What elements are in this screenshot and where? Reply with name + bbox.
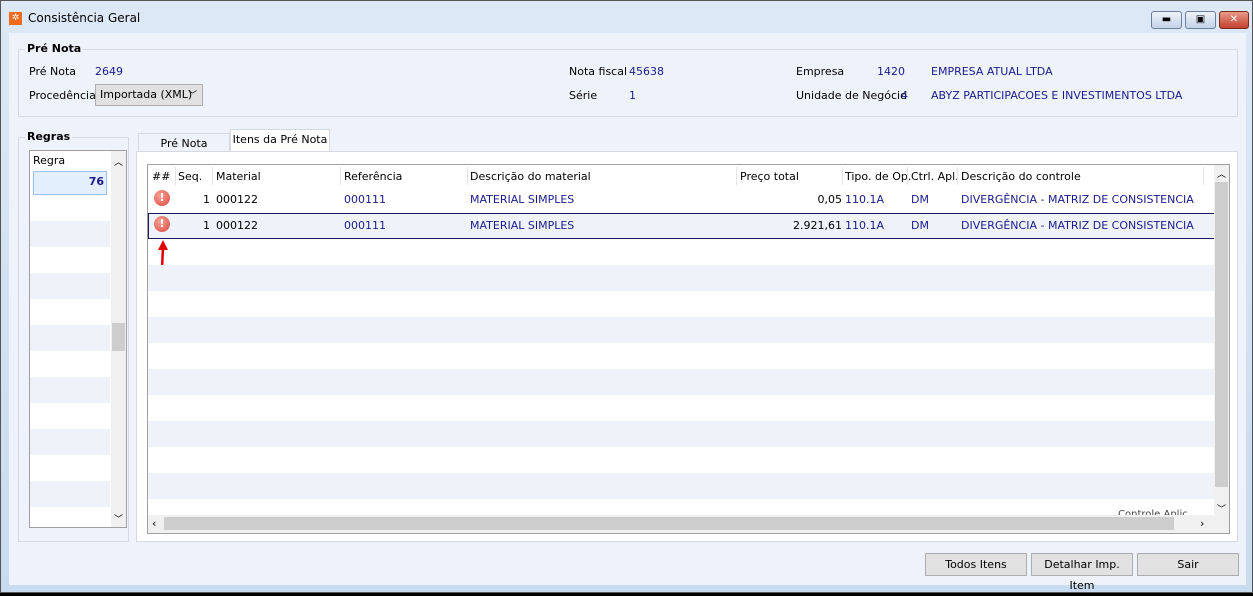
regras-title: Regras xyxy=(25,130,73,143)
window-title: Consistência Geral xyxy=(28,11,141,25)
error-icon[interactable]: ! xyxy=(154,190,170,206)
consistencia-geral-window: ✲ Consistência Geral ▬ ▣ ✕ Pré Nota Pré … xyxy=(0,0,1253,593)
scroll-up-icon[interactable]: ︿ xyxy=(1214,167,1229,180)
cell-preco: 0,05 xyxy=(817,193,843,206)
regra-row[interactable]: 76 xyxy=(33,171,107,195)
empresa-name: EMPRESA ATUAL LTDA xyxy=(931,65,1053,78)
col-header-status[interactable]: ## xyxy=(152,170,170,183)
chevron-down-icon: ﹀ xyxy=(187,91,197,101)
cell-descricao: MATERIAL SIMPLES xyxy=(470,193,575,206)
tab-pre-nota[interactable]: Pré Nota xyxy=(138,133,230,153)
col-header-seq[interactable]: Seq. xyxy=(178,170,202,183)
pre-nota-label: Pré Nota xyxy=(29,65,76,78)
col-header-material[interactable]: Material xyxy=(216,170,261,183)
close-button[interactable]: ✕ xyxy=(1219,11,1249,29)
regras-group: Regras Regra 76 ︿ ﹀ xyxy=(18,130,129,542)
cell-referencia: 000111 xyxy=(344,219,386,232)
grid-hscroll-thumb[interactable] xyxy=(164,517,1174,530)
cell-seq: 1 xyxy=(203,219,210,232)
unidade-label: Unidade de Negócio xyxy=(796,89,907,102)
regras-vscrollbar[interactable]: ︿ ﹀ xyxy=(111,151,126,527)
cell-tipo-op: 110.1A xyxy=(845,193,885,206)
empresa-code: 1420 xyxy=(877,65,905,78)
todos-itens-button[interactable]: Todos Itens xyxy=(925,553,1027,576)
sair-button[interactable]: Sair xyxy=(1137,553,1239,576)
col-header-preco-total[interactable]: Preço total xyxy=(740,170,799,183)
serie-value: 1 xyxy=(629,89,636,102)
procedencia-label: Procedência xyxy=(29,89,96,102)
tab-itens-da-pre-nota[interactable]: Itens da Pré Nota xyxy=(230,129,330,152)
col-header-descricao-controle[interactable]: Descrição do controle xyxy=(961,170,1081,183)
col-header-referencia[interactable]: Referência xyxy=(344,170,402,183)
regras-scroll-thumb[interactable] xyxy=(112,323,125,351)
pre-nota-group-title: Pré Nota xyxy=(25,42,84,55)
regras-grid: Regra 76 ︿ ﹀ xyxy=(29,150,127,528)
cell-seq: 1 xyxy=(203,193,210,206)
scroll-left-icon[interactable]: ‹ xyxy=(152,517,156,530)
cell-ctrl: DM xyxy=(911,219,929,232)
cell-desc-controle: DIVERGÊNCIA - MATRIZ DE CONSISTENCIA xyxy=(961,219,1194,232)
maximize-button[interactable]: ▣ xyxy=(1185,11,1216,29)
app-icon: ✲ xyxy=(9,11,22,25)
grid-vscroll-thumb[interactable] xyxy=(1215,182,1228,487)
grid-vscrollbar[interactable]: ︿ ﹀ xyxy=(1214,165,1229,517)
regra-column-header: Regra xyxy=(33,154,66,167)
scroll-down-icon[interactable]: ﹀ xyxy=(111,512,126,525)
scroll-up-icon[interactable]: ︿ xyxy=(111,155,126,168)
procedencia-value: Importada (XML) xyxy=(100,88,193,101)
itens-panel: ## Seq. Material Referência Descrição do… xyxy=(136,151,1238,542)
scroll-down-icon[interactable]: ﹀ xyxy=(1214,502,1229,515)
pre-nota-value: 2649 xyxy=(95,65,123,78)
itens-grid: ## Seq. Material Referência Descrição do… xyxy=(147,164,1230,534)
grid-empty-rows xyxy=(148,265,1216,499)
serie-label: Série xyxy=(569,89,598,102)
cell-preco: 2.921,61 xyxy=(793,219,842,232)
nota-fiscal-label: Nota fiscal xyxy=(569,65,628,78)
nota-fiscal-value: 45638 xyxy=(629,65,664,78)
error-icon[interactable]: ! xyxy=(154,216,170,232)
col-header-descricao-material[interactable]: Descrição do material xyxy=(470,170,591,183)
regras-empty-rows xyxy=(30,221,110,521)
client-area: Pré Nota Pré Nota 2649 Procedência Impor… xyxy=(9,33,1246,592)
unidade-code: 4 xyxy=(901,89,908,102)
cell-material: 000122 xyxy=(216,193,258,206)
title-bar: ✲ Consistência Geral xyxy=(9,11,140,25)
detalhar-imp-item-button[interactable]: Detalhar Imp. Item xyxy=(1031,553,1133,592)
scroll-right-icon[interactable]: › xyxy=(1200,517,1204,530)
cell-referencia: 000111 xyxy=(344,193,386,206)
unidade-name: ABYZ PARTICIPACOES E INVESTIMENTOS LTDA xyxy=(931,89,1183,102)
cell-material: 000122 xyxy=(216,219,258,232)
empresa-label: Empresa xyxy=(796,65,845,78)
col-header-tipo-op[interactable]: Tipo. de Op. xyxy=(845,170,911,183)
cell-descricao: MATERIAL SIMPLES xyxy=(470,219,575,232)
table-row-selected[interactable]: ! 1 000122 000111 MATERIAL SIMPLES 2.921… xyxy=(148,213,1216,239)
cell-ctrl: DM xyxy=(911,193,929,206)
grid-hscrollbar[interactable]: ‹ › xyxy=(148,515,1229,533)
table-row[interactable]: ! 1 000122 000111 MATERIAL SIMPLES 0,05 … xyxy=(148,187,1216,213)
cell-tipo-op: 110.1A xyxy=(845,219,885,232)
col-header-ctrl-apl[interactable]: Ctrl. Apl. xyxy=(911,170,959,183)
cell-desc-controle: DIVERGÊNCIA - MATRIZ DE CONSISTENCIA xyxy=(961,193,1194,206)
pre-nota-group: Pré Nota Pré Nota 2649 Procedência Impor… xyxy=(18,42,1238,117)
procedencia-select[interactable]: Importada (XML) ﹀ xyxy=(95,84,203,106)
grid-header: ## Seq. Material Referência Descrição do… xyxy=(148,165,1216,187)
minimize-button[interactable]: ▬ xyxy=(1151,11,1182,29)
